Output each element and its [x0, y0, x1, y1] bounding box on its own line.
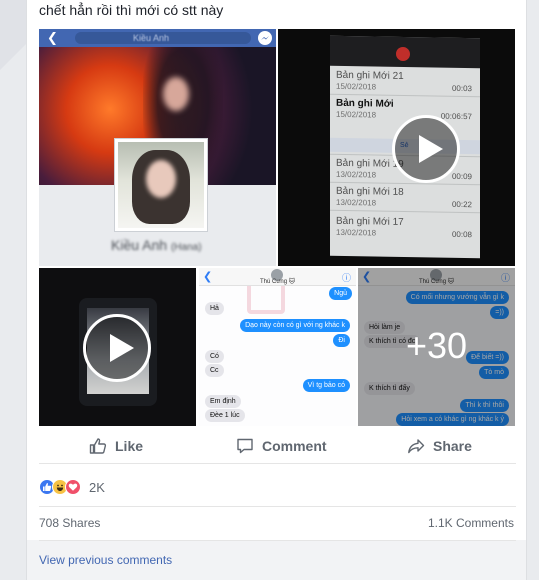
comments-count[interactable]: 1.1K Comments — [428, 516, 514, 530]
love-icon — [65, 479, 81, 495]
profile-picture — [115, 139, 207, 231]
message-bubble: Dạo này còn có gì với ng khác k — [240, 319, 350, 332]
profile-name: Kiều Anh (Hana) — [111, 237, 202, 253]
message-bubble: Đi — [333, 334, 350, 347]
search-text: Kiều Anh — [133, 33, 170, 43]
recording-date: 13/02/2018 — [336, 169, 377, 180]
reaction-count: 2K — [89, 479, 105, 495]
recording-date: 13/02/2018 — [336, 197, 377, 208]
recording-duration: 00:03 — [451, 83, 472, 94]
facebook-search-bar: Kiều Anh — [75, 32, 251, 44]
comment-icon — [237, 438, 253, 454]
recording-date: 15/02/2018 — [336, 109, 377, 120]
share-label: Share — [433, 438, 472, 454]
comment-label: Comment — [262, 438, 327, 454]
recording-date: 15/02/2018 — [336, 81, 377, 92]
record-icon — [396, 46, 410, 62]
messenger-icon — [258, 31, 272, 45]
message-bubble: Ngủ — [329, 287, 352, 300]
recording-duration: 00:08 — [451, 229, 472, 240]
recording-duration: 00:22 — [451, 199, 472, 210]
post-actions: Like Comment Share — [39, 428, 516, 464]
like-button[interactable]: Like — [89, 428, 143, 464]
photo-tile-more[interactable]: ❮ Thú Cưng 🐱 ⓘ Có mối nhưng vướng vẫn gì… — [358, 268, 515, 426]
play-icon[interactable] — [83, 314, 151, 382]
view-previous-comments-link[interactable]: View previous comments — [39, 553, 172, 567]
post-text: chết hẳn rồi thì mới có stt này — [39, 2, 224, 18]
back-arrow-icon: ❮ — [47, 30, 58, 45]
recording-title: Bản ghi Mới 18 — [336, 185, 404, 198]
play-icon[interactable] — [392, 115, 460, 183]
comment-button[interactable]: Comment — [236, 428, 327, 464]
facebook-header-bar: ❮ Kiều Anh — [39, 29, 276, 47]
info-icon: ⓘ — [341, 273, 351, 283]
message-bubble: Hả — [205, 302, 224, 315]
recording-title: Bản ghi Mới — [336, 97, 394, 110]
reactions-summary[interactable]: 2K — [39, 478, 105, 496]
recording-title: Bản ghi Mới 17 — [336, 215, 404, 228]
divider — [39, 506, 516, 507]
video-tile-phone[interactable] — [39, 268, 196, 426]
message-bubble: Cc — [205, 364, 224, 377]
share-arrow-icon — [408, 439, 425, 454]
message-bubble: Có — [205, 350, 224, 363]
like-label: Like — [115, 438, 144, 454]
cover-photo-face — [163, 77, 189, 111]
video-tile-recordings[interactable]: Bản ghi Mới 21 15/02/2018 00:03 Bản ghi … — [278, 29, 515, 266]
recording-title: Bản ghi Mới 21 — [336, 69, 404, 82]
post-card: chết hẳn rồi thì mới có stt này ❮ Kiều A… — [26, 0, 527, 580]
more-photos-count: +30 — [405, 325, 468, 366]
recording-date: 13/02/2018 — [336, 227, 377, 238]
message-bubble: Đèe 1 lúc — [205, 409, 245, 422]
thumbs-up-icon — [89, 438, 107, 454]
divider — [39, 540, 516, 541]
recording-duration: 00:06:57 — [440, 111, 472, 122]
recording-duration: 00:09 — [451, 171, 472, 182]
shares-count[interactable]: 708 Shares — [39, 516, 100, 530]
photo-tile-profile[interactable]: ❮ Kiều Anh Kiều Anh (Hana) — [39, 29, 276, 266]
photo-tile-chat[interactable]: ❮ Thú Cưng 🐱 ⓘ Ngủ Hả Dạo này còn có gì … — [199, 268, 356, 426]
message-bubble: Em định — [205, 395, 241, 408]
message-bubble: Vì tg bảo có — [302, 379, 350, 392]
contact-name: Thú Cưng 🐱 — [260, 279, 295, 285]
share-button[interactable]: Share — [407, 428, 472, 464]
chat-header: ❮ Thú Cưng 🐱 ⓘ — [199, 268, 356, 286]
